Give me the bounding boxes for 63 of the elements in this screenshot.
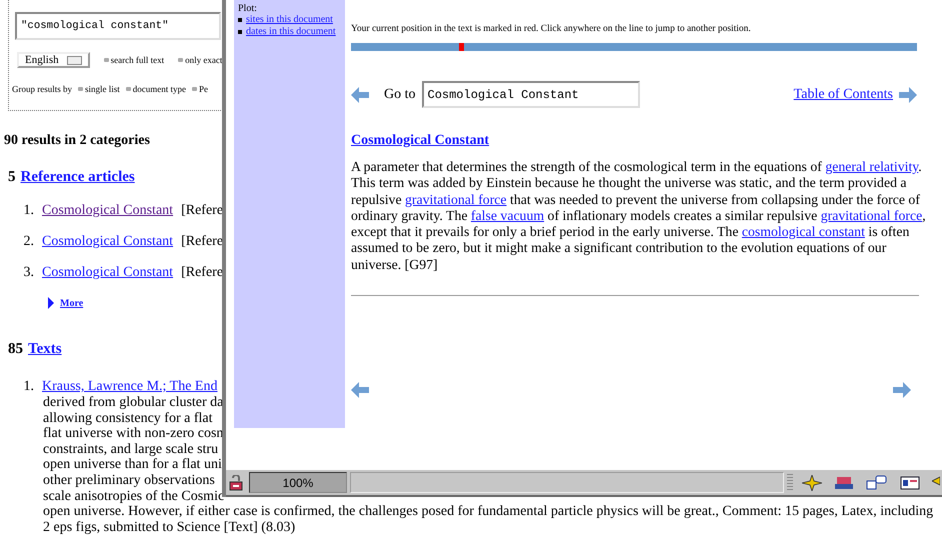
article-link[interactable]: gravitational force bbox=[820, 208, 922, 223]
option-label: single list bbox=[85, 84, 120, 94]
article-link[interactable]: gravitational force bbox=[405, 192, 507, 207]
item-number: 1. bbox=[22, 379, 34, 395]
result-link[interactable]: Cosmological Constant bbox=[42, 234, 174, 250]
result-type: [Refere bbox=[181, 234, 224, 250]
language-select[interactable]: English bbox=[17, 52, 90, 68]
radio-icon[interactable] bbox=[192, 87, 198, 91]
item-number: 1. bbox=[22, 203, 34, 219]
category-count: 85 bbox=[8, 341, 23, 358]
position-instructions: Your current position in the text is marked in red. Click anywhere on the line to jump to another position. bbox=[351, 24, 752, 34]
category-count: 5 bbox=[8, 169, 16, 186]
result-link[interactable]: Cosmological Constant bbox=[42, 265, 174, 281]
result-type: [Refere bbox=[181, 203, 224, 219]
grip-handle[interactable] bbox=[787, 474, 793, 492]
results-summary: 90 results in 2 categories bbox=[4, 133, 150, 149]
result-text-line: 2 eps figs, submitted to Science [Text] (8.03) bbox=[43, 520, 296, 536]
table-of-contents-link[interactable]: Table of Contents bbox=[794, 86, 893, 102]
right-arrow-icon[interactable] bbox=[899, 86, 917, 102]
sidebar-heading: Plot: bbox=[238, 3, 258, 14]
sparkle-icon[interactable] bbox=[802, 474, 822, 490]
goto-label: Go to bbox=[384, 86, 416, 102]
result-text-line: constraints, and large scale stru bbox=[43, 442, 218, 458]
item-number: 2. bbox=[22, 234, 34, 250]
article-paragraph: A parameter that determines the strength of the cosmological term in the equations of general relativity. This term was added by Einstein because he thought the universe was static, and the term provided a repulsive gravitational force that was needed to prevent the universe from collapsing under the force of ordinary gravity. The false vacuum of inflationary models creates a similar repulsive gravitational force, except that it prevails for only a brief period in the early universe. The cosmological constant is often assumed to be zero, but it might make a significant contribution to the evolution equations of our universe. [G97] bbox=[351, 159, 927, 274]
sidebar-link[interactable]: dates in this document bbox=[246, 26, 336, 38]
more-link[interactable]: More bbox=[60, 298, 84, 308]
result-link[interactable]: Cosmological Constant bbox=[42, 203, 174, 219]
article-title[interactable]: Cosmological Constant bbox=[351, 133, 490, 149]
option-label: search full text bbox=[110, 55, 164, 65]
category-link[interactable]: Reference articles bbox=[20, 169, 135, 186]
article-link[interactable]: cosmological constant bbox=[742, 224, 865, 240]
item-number: 3. bbox=[22, 265, 34, 281]
left-arrow-icon[interactable] bbox=[351, 382, 369, 398]
right-arrow-icon[interactable] bbox=[893, 382, 911, 398]
checkbox-icon[interactable] bbox=[104, 58, 109, 62]
zoom-level: 100% bbox=[249, 472, 347, 493]
result-type: [Refere bbox=[181, 265, 224, 281]
result-text-line: open universe. However, if either case is confirmed, the challenges posed for fundamental particle physics will be great., Comment: 15 pages, Latex, including bbox=[43, 504, 934, 520]
article-link[interactable]: false vacuum bbox=[470, 208, 544, 223]
checkbox-icon[interactable] bbox=[178, 58, 184, 62]
result-link[interactable]: Krauss, Lawrence M.; The End bbox=[42, 379, 218, 395]
left-arrow-icon[interactable] bbox=[351, 86, 369, 102]
radio-icon[interactable] bbox=[126, 87, 131, 91]
option-label: only exact bbox=[185, 55, 222, 65]
radio-icon[interactable] bbox=[78, 87, 83, 91]
result-text-line: allowing consistency for a flat bbox=[43, 410, 213, 426]
card-icon[interactable] bbox=[900, 474, 920, 490]
option-label: document type bbox=[132, 84, 186, 94]
category-link[interactable]: Texts bbox=[28, 341, 62, 358]
sidebar-link[interactable]: sites in this document bbox=[246, 14, 333, 26]
bullet-icon bbox=[238, 30, 242, 34]
triangle-icon bbox=[48, 297, 54, 309]
result-text-line: other preliminary observations bbox=[43, 472, 215, 489]
option-label: Pe bbox=[199, 84, 208, 94]
result-text-line: scale anisotropies of the Cosmic bbox=[43, 488, 224, 504]
search-field[interactable]: "cosmological constant" bbox=[15, 12, 221, 40]
result-text-line: open universe than for a flat uni bbox=[43, 457, 222, 473]
goto-field[interactable]: Cosmological Constant bbox=[422, 81, 640, 108]
chat-icon[interactable] bbox=[866, 474, 888, 490]
bullet-icon bbox=[238, 18, 242, 22]
group-label: Group results by bbox=[12, 84, 72, 94]
article-link[interactable]: general relativity bbox=[825, 159, 918, 174]
